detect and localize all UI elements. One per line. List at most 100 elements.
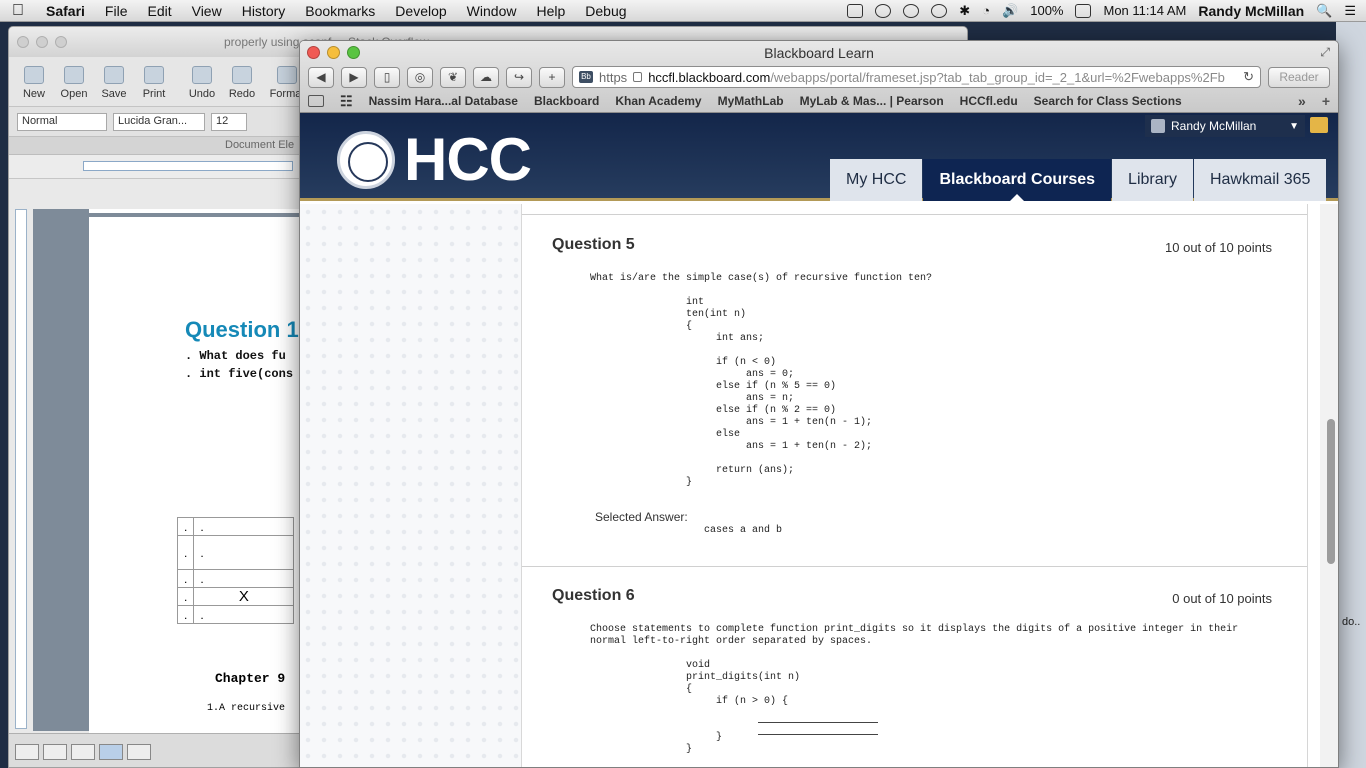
menu-bar:  Safari File Edit View History Bookmark… bbox=[0, 0, 1366, 22]
tab-library[interactable]: Library bbox=[1112, 159, 1193, 201]
safari-window: Blackboard Learn ⤢ ◀ ▶ ▯ ◎ ❦ ☁ ↪ + Bb ht… bbox=[299, 40, 1339, 768]
bookmarks-more-button[interactable]: » bbox=[1298, 93, 1306, 109]
bookmark-item[interactable]: HCCfl.edu bbox=[960, 94, 1018, 108]
menu-bookmarks[interactable]: Bookmarks bbox=[295, 3, 385, 19]
font-size-select[interactable]: 12 bbox=[211, 112, 247, 131]
bookmark-item[interactable]: MyLab & Mas... | Pearson bbox=[800, 94, 944, 108]
icloud-icon[interactable]: ☁ bbox=[473, 66, 499, 88]
test-review-pane[interactable]: Question 5 10 out of 10 points What is/a… bbox=[522, 204, 1308, 767]
evernote-icon[interactable]: ❦ bbox=[440, 66, 466, 88]
battery-percent[interactable]: 100% bbox=[1030, 3, 1063, 18]
top-sites-icon[interactable]: ☷ bbox=[340, 93, 353, 110]
draft-view-button[interactable] bbox=[15, 743, 39, 760]
back-button[interactable]: ◀ bbox=[308, 66, 334, 88]
notification-center-icon[interactable]: ☰ bbox=[1344, 3, 1356, 19]
save-label: Save bbox=[101, 88, 127, 100]
tab-hawkmail[interactable]: Hawkmail 365 bbox=[1193, 159, 1327, 201]
new-tab-icon[interactable]: + bbox=[1322, 93, 1330, 109]
word-zoom-button[interactable] bbox=[55, 36, 67, 48]
bluetooth-icon[interactable]: ✱ bbox=[959, 3, 970, 19]
menu-app-safari[interactable]: Safari bbox=[36, 3, 95, 19]
redo-icon bbox=[232, 66, 252, 84]
bookmark-item[interactable]: Search for Class Sections bbox=[1034, 94, 1182, 108]
style-select[interactable]: Normal bbox=[17, 112, 107, 131]
doc-recursive-line: 1.A recursive bbox=[207, 703, 286, 714]
reload-icon[interactable]: ↻ bbox=[1243, 69, 1254, 85]
hcc-header: HCC Randy McMillan ▼ My HCC Blackboard C… bbox=[300, 113, 1338, 202]
add-bookmark-button[interactable]: + bbox=[539, 66, 565, 88]
battery-icon[interactable] bbox=[1075, 3, 1092, 18]
scrollbar-thumb[interactable] bbox=[1327, 419, 1335, 564]
window-title: Blackboard Learn bbox=[764, 45, 874, 61]
bookmark-item[interactable]: Nassim Hara...al Database bbox=[369, 94, 518, 108]
desktop-background: do.. bbox=[1336, 22, 1366, 768]
bookmark-item[interactable]: Khan Academy bbox=[615, 94, 701, 108]
table-cell: X bbox=[193, 587, 295, 606]
ruler-strip bbox=[83, 161, 293, 171]
publishing-view-button[interactable] bbox=[71, 743, 95, 760]
notebook-view-button[interactable] bbox=[127, 743, 151, 760]
accessibility-icon[interactable] bbox=[903, 3, 920, 18]
volume-icon[interactable]: 🔊 bbox=[1002, 3, 1018, 19]
fullscreen-icon[interactable]: ⤢ bbox=[1320, 45, 1330, 60]
folder-icon bbox=[64, 66, 84, 84]
question-points: 10 out of 10 points bbox=[1165, 240, 1272, 255]
table-cell: . bbox=[176, 569, 195, 588]
wifi-icon[interactable]: ◔ bbox=[982, 3, 990, 18]
user-menu[interactable]: Randy McMillan ▼ bbox=[1145, 115, 1305, 137]
selected-answer-label: Selected Answer: bbox=[595, 510, 688, 524]
fast-user-switch[interactable]: Randy McMillan bbox=[1198, 3, 1304, 19]
hcc-logo[interactable]: HCC bbox=[404, 125, 532, 194]
forward-button[interactable]: ▶ bbox=[341, 66, 367, 88]
time-machine-icon[interactable] bbox=[931, 3, 948, 18]
vertical-ruler[interactable] bbox=[15, 209, 27, 729]
doc-question-title: Question 1 bbox=[185, 317, 299, 342]
undo-button[interactable]: Undo bbox=[185, 66, 219, 100]
menu-edit[interactable]: Edit bbox=[137, 3, 181, 19]
menu-file[interactable]: File bbox=[95, 3, 138, 19]
address-bar[interactable]: Bb https hccfl.blackboard.com/webapps/po… bbox=[572, 66, 1261, 88]
iphone-icon[interactable]: ▯ bbox=[374, 66, 400, 88]
format-brush-icon bbox=[277, 66, 297, 84]
bookmark-item[interactable]: MyMathLab bbox=[718, 94, 784, 108]
spotlight-icon[interactable]: 🔍 bbox=[1316, 3, 1332, 19]
tab-blackboard-courses[interactable]: Blackboard Courses bbox=[923, 159, 1112, 202]
table-row: .. bbox=[176, 517, 295, 536]
new-button[interactable]: New bbox=[17, 66, 51, 100]
menu-debug[interactable]: Debug bbox=[575, 3, 636, 19]
font-select[interactable]: Lucida Gran... bbox=[113, 112, 205, 131]
page-scrollbar[interactable] bbox=[1320, 204, 1338, 767]
print-button[interactable]: Print bbox=[137, 66, 171, 100]
open-button[interactable]: Open bbox=[57, 66, 91, 100]
hcc-seal-logo bbox=[337, 131, 395, 189]
print-label: Print bbox=[142, 88, 166, 100]
table-cell: . bbox=[193, 517, 295, 536]
menu-develop[interactable]: Develop bbox=[385, 3, 456, 19]
tab-my-hcc[interactable]: My HCC bbox=[830, 159, 923, 201]
site-favicon: Bb bbox=[579, 71, 593, 83]
airplay-icon[interactable] bbox=[847, 3, 864, 18]
word-minimize-button[interactable] bbox=[36, 36, 48, 48]
table-cell: . bbox=[176, 517, 195, 536]
outline-view-button[interactable] bbox=[43, 743, 67, 760]
ghostery-icon[interactable]: ◎ bbox=[407, 66, 433, 88]
bookmark-item[interactable]: Blackboard bbox=[534, 94, 599, 108]
reading-list-icon[interactable] bbox=[308, 95, 324, 107]
menu-window[interactable]: Window bbox=[457, 3, 527, 19]
menu-help[interactable]: Help bbox=[526, 3, 575, 19]
table-row: .. bbox=[176, 605, 295, 624]
print-layout-view-button[interactable] bbox=[99, 743, 123, 760]
menu-view[interactable]: View bbox=[182, 3, 232, 19]
reader-button[interactable]: Reader bbox=[1268, 66, 1330, 88]
clock[interactable]: Mon 11:14 AM bbox=[1103, 3, 1186, 18]
chat-icon[interactable] bbox=[875, 3, 892, 18]
save-button[interactable]: Save bbox=[97, 66, 131, 100]
apple-menu-icon[interactable]:  bbox=[0, 2, 36, 20]
redo-button[interactable]: Redo bbox=[225, 66, 259, 100]
new-label: New bbox=[22, 88, 45, 100]
menu-extras: ✱ ◔ 🔊 100% Mon 11:14 AM Randy McMillan 🔍… bbox=[847, 3, 1366, 19]
word-close-button[interactable] bbox=[17, 36, 29, 48]
menu-history[interactable]: History bbox=[232, 3, 296, 19]
share-button[interactable]: ↪ bbox=[506, 66, 532, 88]
notifications-icon[interactable] bbox=[1310, 117, 1328, 133]
